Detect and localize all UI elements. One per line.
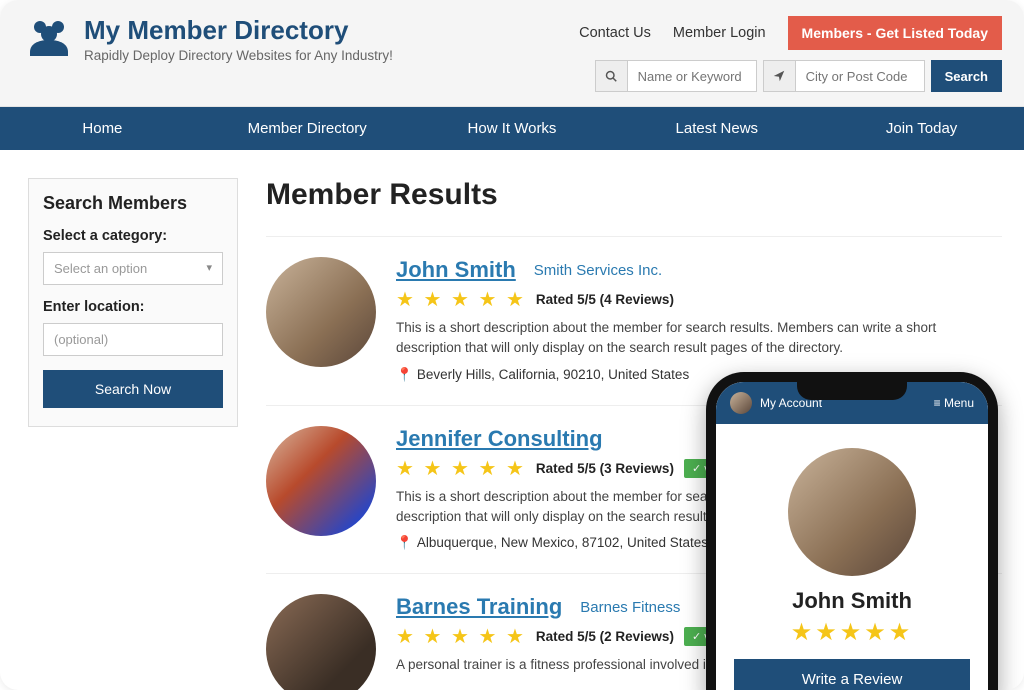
phone-screen: My Account ≡ Menu John Smith ★★★★★ Write… bbox=[716, 382, 988, 690]
member-info: John Smith Smith Services Inc. ★ ★ ★ ★ ★… bbox=[396, 257, 1002, 383]
member-company: Barnes Fitness bbox=[580, 599, 680, 616]
contact-link[interactable]: Contact Us bbox=[579, 25, 651, 41]
nav-news[interactable]: Latest News bbox=[614, 107, 819, 150]
rating-text: Rated 5/5 (4 Reviews) bbox=[536, 292, 674, 307]
header-right: Contact Us Member Login Members - Get Li… bbox=[579, 16, 1002, 92]
search-button[interactable]: Search bbox=[931, 60, 1002, 92]
nav-directory[interactable]: Member Directory bbox=[205, 107, 410, 150]
location-arrow-icon bbox=[763, 60, 795, 92]
member-description: This is a short description about the me… bbox=[396, 318, 1002, 359]
star-rating-icon: ★ ★ ★ ★ ★ bbox=[396, 287, 526, 312]
search-now-button[interactable]: Search Now bbox=[43, 370, 223, 408]
star-rating-icon: ★ ★ ★ ★ ★ bbox=[396, 624, 526, 649]
brand-text: My Member Directory Rapidly Deploy Direc… bbox=[84, 16, 393, 63]
site-tagline: Rapidly Deploy Directory Websites for An… bbox=[84, 48, 393, 63]
write-review-button[interactable]: Write a Review bbox=[734, 659, 970, 690]
site-title: My Member Directory bbox=[84, 16, 393, 44]
location-text: Albuquerque, New Mexico, 87102, United S… bbox=[417, 535, 708, 550]
member-name-link[interactable]: Jennifer Consulting bbox=[396, 426, 603, 452]
sidebar-title: Search Members bbox=[43, 193, 223, 214]
member-name-link[interactable]: John Smith bbox=[396, 257, 516, 283]
star-rating-icon: ★ ★ ★ ★ ★ bbox=[396, 456, 526, 481]
phone-notch bbox=[797, 382, 907, 400]
nav-how[interactable]: How It Works bbox=[410, 107, 615, 150]
search-icon bbox=[595, 60, 627, 92]
header-search: Search bbox=[579, 60, 1002, 92]
avatar bbox=[266, 426, 376, 536]
profile-name: John Smith bbox=[734, 588, 970, 614]
name-input[interactable] bbox=[627, 60, 757, 92]
location-search-group bbox=[763, 60, 925, 92]
avatar bbox=[266, 257, 376, 367]
rating-text: Rated 5/5 (3 Reviews) bbox=[536, 461, 674, 476]
star-rating-icon: ★★★★★ bbox=[734, 618, 970, 647]
nav-home[interactable]: Home bbox=[0, 107, 205, 150]
member-name-link[interactable]: Barnes Training bbox=[396, 594, 562, 620]
phone-body: John Smith ★★★★★ Write a Review bbox=[716, 424, 988, 690]
location-input[interactable] bbox=[795, 60, 925, 92]
category-label: Select a category: bbox=[43, 228, 223, 244]
phone-menu-button[interactable]: ≡ Menu bbox=[934, 396, 974, 410]
category-select[interactable]: Select an option bbox=[43, 252, 223, 285]
main-nav: Home Member Directory How It Works Lates… bbox=[0, 107, 1024, 150]
users-icon bbox=[28, 16, 72, 61]
pin-icon: 📍 bbox=[396, 367, 413, 382]
profile-avatar bbox=[788, 448, 916, 576]
login-link[interactable]: Member Login bbox=[673, 25, 766, 41]
header: My Member Directory Rapidly Deploy Direc… bbox=[0, 0, 1024, 107]
brand: My Member Directory Rapidly Deploy Direc… bbox=[28, 16, 393, 63]
results-title: Member Results bbox=[266, 178, 1002, 212]
location-field[interactable]: (optional) bbox=[43, 323, 223, 356]
search-sidebar: Search Members Select a category: Select… bbox=[28, 178, 238, 427]
pin-icon: 📍 bbox=[396, 535, 413, 550]
name-search-group bbox=[595, 60, 757, 92]
location-label: Enter location: bbox=[43, 299, 223, 315]
avatar-icon bbox=[730, 392, 752, 414]
header-links: Contact Us Member Login Members - Get Li… bbox=[579, 16, 1002, 50]
rating-text: Rated 5/5 (2 Reviews) bbox=[536, 629, 674, 644]
avatar bbox=[266, 594, 376, 690]
app-window: My Member Directory Rapidly Deploy Direc… bbox=[0, 0, 1024, 690]
phone-mockup: My Account ≡ Menu John Smith ★★★★★ Write… bbox=[706, 372, 998, 690]
location-text: Beverly Hills, California, 90210, United… bbox=[417, 367, 689, 382]
member-company: Smith Services Inc. bbox=[534, 262, 662, 279]
nav-join[interactable]: Join Today bbox=[819, 107, 1024, 150]
cta-button[interactable]: Members - Get Listed Today bbox=[788, 16, 1002, 50]
